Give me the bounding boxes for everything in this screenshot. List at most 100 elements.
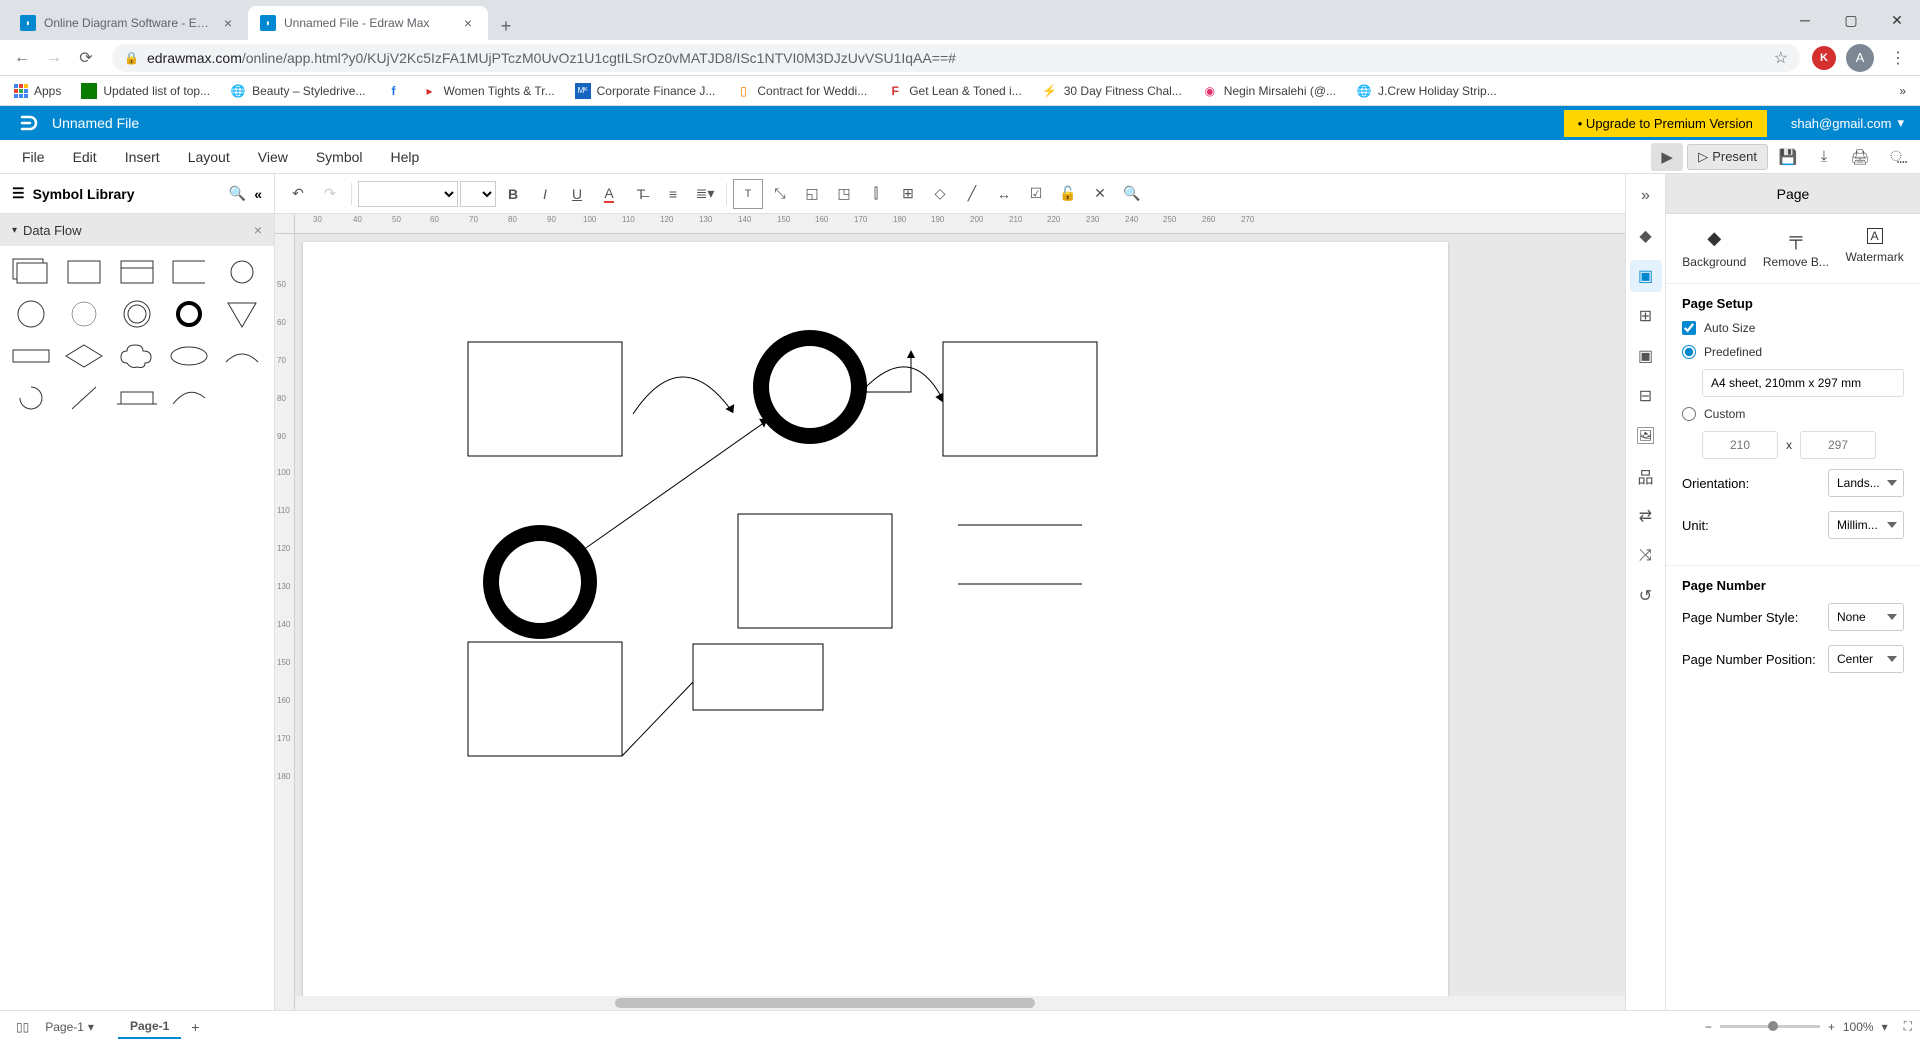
save-icon[interactable]: 💾: [1772, 143, 1804, 171]
shape-circle[interactable]: [219, 254, 265, 290]
bookmark-overflow[interactable]: »: [1893, 82, 1912, 100]
text-frame-button[interactable]: T: [733, 179, 763, 209]
arrow-style-button[interactable]: ↔: [989, 179, 1019, 209]
bookmark-item[interactable]: ▸Women Tights & Tr...: [415, 81, 560, 101]
present-button[interactable]: ▷Present: [1687, 144, 1768, 170]
shape-label-rect[interactable]: [114, 380, 160, 416]
zoom-in-button[interactable]: +: [1828, 1020, 1835, 1034]
maximize-button[interactable]: ▢: [1828, 0, 1874, 40]
browser-tab[interactable]: ◗ Online Diagram Software - Edraw ×: [8, 6, 248, 40]
page-tab[interactable]: Page-1: [118, 1015, 181, 1039]
bookmark-item[interactable]: ⚡30 Day Fitness Chal...: [1036, 81, 1188, 101]
minimize-button[interactable]: ─: [1782, 0, 1828, 40]
close-button[interactable]: ✕: [1874, 0, 1920, 40]
fullscreen-icon[interactable]: ⛶: [1904, 1019, 1912, 1034]
forward-button[interactable]: →: [40, 44, 68, 72]
bookmark-item[interactable]: ◉Negin Mirsalehi (@...: [1196, 81, 1342, 101]
user-menu[interactable]: shah@gmail.com▾: [1791, 115, 1904, 131]
shape-ellipse[interactable]: [166, 338, 212, 374]
orientation-select[interactable]: Lands...: [1828, 469, 1904, 497]
connector-arc[interactable]: [633, 377, 731, 414]
menu-view[interactable]: View: [244, 149, 302, 165]
auto-size-checkbox[interactable]: [1682, 321, 1696, 335]
shape-cloud[interactable]: [114, 338, 160, 374]
shape-diamond[interactable]: [61, 338, 107, 374]
bookmark-item[interactable]: Updated list of top...: [75, 81, 216, 101]
background-button[interactable]: ◆Background: [1682, 228, 1746, 269]
extension-badge[interactable]: K: [1812, 46, 1836, 70]
scrollbar-thumb[interactable]: [615, 998, 1035, 1008]
add-page-button[interactable]: +: [185, 1017, 205, 1037]
horizontal-scrollbar[interactable]: [295, 996, 1625, 1010]
shape-thick-circle[interactable]: [761, 338, 859, 436]
shape-arc[interactable]: [219, 338, 265, 374]
align-left-button[interactable]: ⫿: [861, 179, 891, 209]
menu-edit[interactable]: Edit: [59, 149, 111, 165]
shape-rect[interactable]: [693, 644, 823, 710]
group-button[interactable]: ⊞: [893, 179, 923, 209]
bring-front-button[interactable]: ◱: [797, 179, 827, 209]
expand-panel-icon[interactable]: »: [1630, 180, 1662, 212]
custom-radio[interactable]: [1682, 407, 1696, 421]
url-field[interactable]: 🔒 edrawmax.com/online/app.html?y0/KUjV2K…: [112, 44, 1800, 72]
bookmark-item[interactable]: ▯Contract for Weddi...: [729, 81, 873, 101]
shape-open-rect[interactable]: [166, 254, 212, 290]
shape-rect[interactable]: [738, 514, 892, 628]
change-tab-icon[interactable]: ⇄: [1630, 500, 1662, 532]
bookmark-item[interactable]: MᴷCorporate Finance J...: [569, 81, 722, 101]
menu-file[interactable]: File: [8, 149, 59, 165]
page-number-position-select[interactable]: Center: [1828, 645, 1904, 673]
shape-circle[interactable]: [8, 296, 54, 332]
menu-insert[interactable]: Insert: [111, 149, 174, 165]
diagram-canvas[interactable]: [303, 242, 1448, 1002]
slideshow-icon[interactable]: ▶: [1651, 143, 1683, 171]
strikethrough-button[interactable]: T̶: [626, 179, 656, 209]
sitemap-tab-icon[interactable]: 品: [1630, 460, 1662, 492]
redo-button[interactable]: ↷: [315, 179, 345, 209]
shape-circle-thin[interactable]: [61, 296, 107, 332]
shape-triangle[interactable]: [219, 296, 265, 332]
share-icon[interactable]: ⵿: [1880, 143, 1912, 171]
shape-line[interactable]: [61, 380, 107, 416]
bookmark-item[interactable]: Apps: [8, 82, 67, 100]
fill-button[interactable]: ◇: [925, 179, 955, 209]
shape-half-circle[interactable]: [8, 380, 54, 416]
italic-button[interactable]: I: [530, 179, 560, 209]
shape-parallelogram[interactable]: [8, 338, 54, 374]
canvas-paper[interactable]: [303, 242, 1448, 1002]
zoom-dropdown-icon[interactable]: ▾: [1882, 1020, 1888, 1034]
shuffle-tab-icon[interactable]: ⤨: [1630, 540, 1662, 572]
menu-help[interactable]: Help: [377, 149, 434, 165]
edit-button[interactable]: ☑: [1021, 179, 1051, 209]
page-selector[interactable]: Page-1▾: [37, 1020, 102, 1034]
shape-rect[interactable]: [468, 642, 622, 756]
zoom-slider-thumb[interactable]: [1768, 1021, 1778, 1031]
search-button[interactable]: 🔍: [1117, 179, 1147, 209]
custom-option[interactable]: Custom: [1682, 407, 1904, 421]
upgrade-button[interactable]: • Upgrade to Premium Version: [1564, 110, 1767, 137]
fill-tab-icon[interactable]: ◆: [1630, 220, 1662, 252]
search-icon[interactable]: 🔍: [229, 185, 246, 202]
menu-layout[interactable]: Layout: [174, 149, 244, 165]
connector-button[interactable]: ⤡: [765, 179, 795, 209]
layout-toggle-icon[interactable]: ▯▯: [8, 1011, 37, 1042]
tools-button[interactable]: ✕: [1085, 179, 1115, 209]
shape-curve[interactable]: [166, 380, 212, 416]
new-tab-button[interactable]: +: [492, 12, 520, 40]
page-size-input[interactable]: [1702, 369, 1904, 397]
shape-rect-header[interactable]: [114, 254, 160, 290]
predefined-radio[interactable]: [1682, 345, 1696, 359]
shape-thick-circle[interactable]: [166, 296, 212, 332]
unit-select[interactable]: Millim...: [1828, 511, 1904, 539]
category-header[interactable]: ▾ Data Flow ×: [0, 214, 274, 246]
slideshow-tab-icon[interactable]: ▣: [1630, 340, 1662, 372]
layers-tab-icon[interactable]: ⊟: [1630, 380, 1662, 412]
collapse-icon[interactable]: «: [254, 186, 262, 202]
bookmark-item[interactable]: f: [379, 81, 407, 101]
page-tab-icon[interactable]: ▣: [1630, 260, 1662, 292]
remove-bg-button[interactable]: ╤Remove B...: [1763, 228, 1829, 269]
height-input[interactable]: [1800, 431, 1876, 459]
shape-double-circle[interactable]: [114, 296, 160, 332]
font-family-select[interactable]: [358, 181, 458, 207]
bold-button[interactable]: B: [498, 179, 528, 209]
